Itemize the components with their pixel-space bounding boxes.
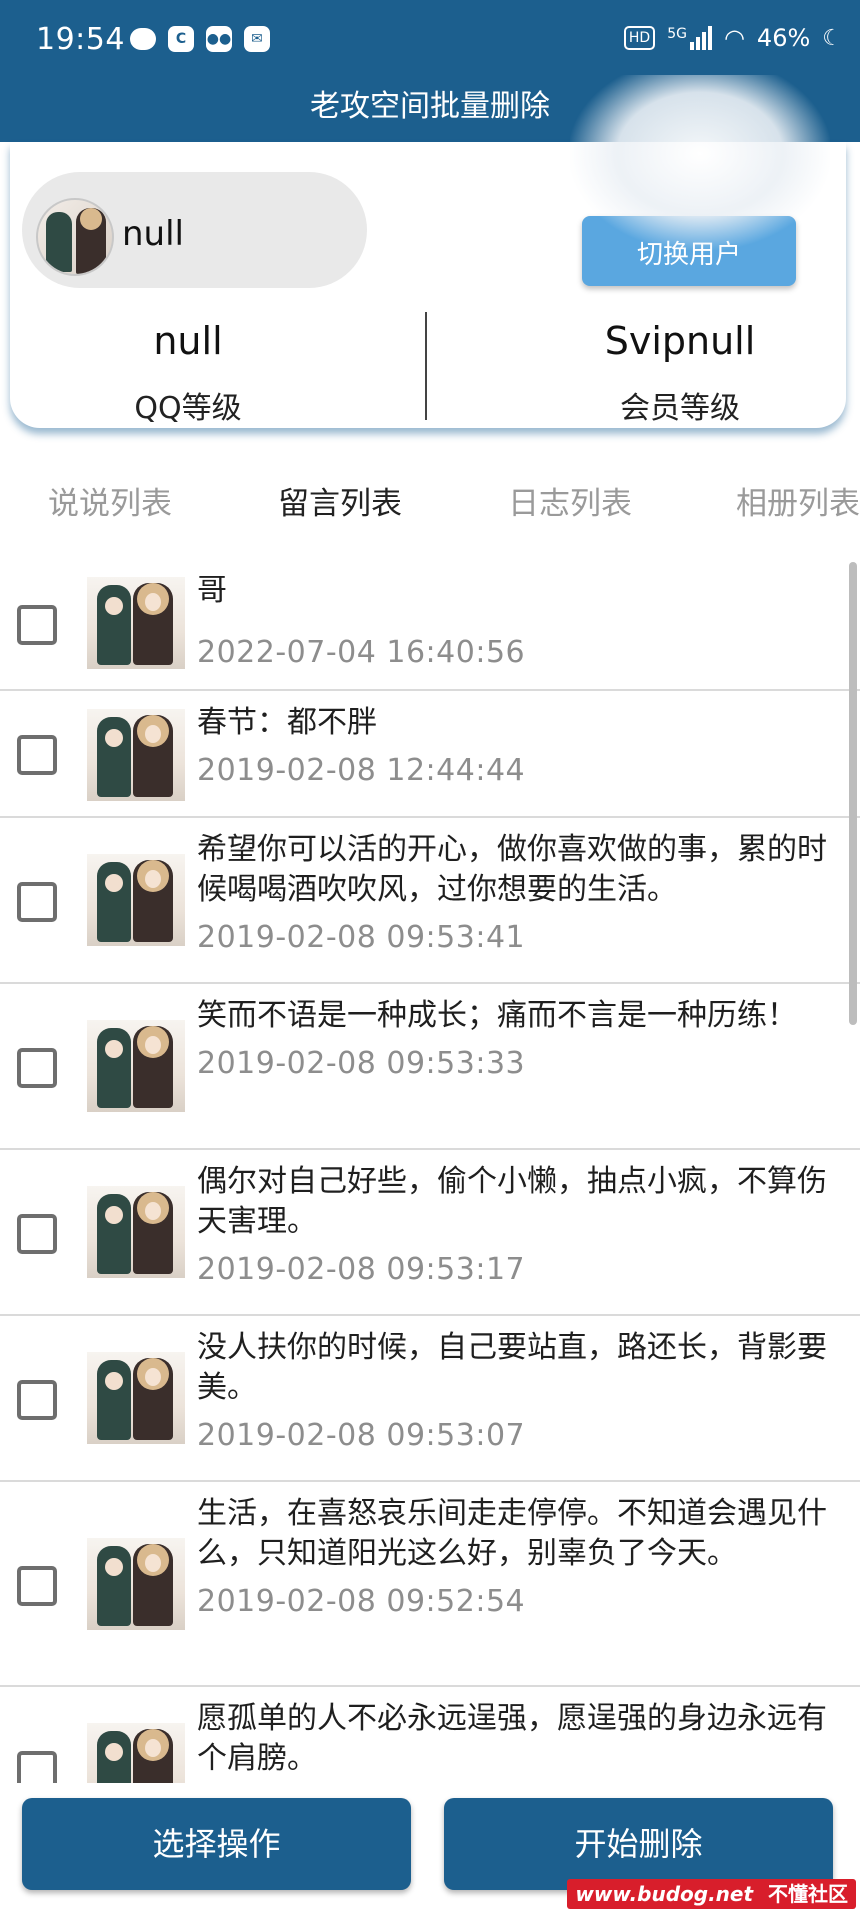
row-checkbox[interactable] <box>17 1566 57 1606</box>
avatar <box>87 1020 185 1112</box>
message-time: 2019-02-08 09:53:17 <box>197 1252 526 1287</box>
message-text: 生活，在喜怒哀乐间走走停停。不知道会遇见什么，只知道阳光这么好，别辜负了今天。 <box>197 1496 827 1571</box>
message-text: 哥 <box>197 573 227 608</box>
message-text: 没人扶你的时候，自己要站直，路还长，背影要美。 <box>197 1330 827 1405</box>
message-time: 2019-02-08 09:53:33 <box>197 1046 526 1081</box>
row-checkbox[interactable] <box>17 605 57 645</box>
qq-level-value: null <box>153 319 223 363</box>
mail-icon: ✉ <box>244 26 270 52</box>
wifi-icon: ◠ <box>723 24 745 52</box>
avatar <box>87 1723 185 1783</box>
vip-level-value: Svipnull <box>604 319 756 363</box>
message-content: 春节：都不胖 2019-02-08 12:44:44 <box>197 703 837 791</box>
cat-icon: ●● <box>206 26 232 52</box>
watermark-name: 不懂社区 <box>768 1882 848 1906</box>
user-pill[interactable]: null <box>22 172 367 288</box>
message-text: 偶尔对自己好些，偷个小懒，抽点小疯，不算伤天害理。 <box>197 1164 827 1239</box>
status-bar: 19:54 C ●● ✉ HD 5G ◠ 46% ☾ <box>0 0 860 82</box>
top-app-bar: 19:54 C ●● ✉ HD 5G ◠ 46% ☾ 老攻空间批量删除 <box>0 0 860 142</box>
hd-icon: HD <box>623 26 656 50</box>
list-item[interactable]: 偶尔对自己好些，偷个小懒，抽点小疯，不算伤天害理。 2019-02-08 09:… <box>0 1150 860 1316</box>
message-text: 希望你可以活的开心，做你喜欢做的事，累的时候喝喝酒吹吹风，过你想要的生活。 <box>197 832 827 907</box>
list-item[interactable]: 哥 2022-07-04 16:40:56 <box>0 555 860 691</box>
list-item[interactable]: 生活，在喜怒哀乐间走走停停。不知道会遇见什么，只知道阳光这么好，别辜负了今天。 … <box>0 1482 860 1687</box>
message-content: 生活，在喜怒哀乐间走走停停。不知道会遇见什么，只知道阳光这么好，别辜负了今天。 … <box>197 1494 837 1622</box>
tab-messages[interactable]: 留言列表 <box>278 478 402 523</box>
message-time: 2022-07-04 16:40:56 <box>197 635 526 670</box>
row-checkbox[interactable] <box>17 1380 57 1420</box>
avatar <box>87 1186 185 1278</box>
message-content: 没人扶你的时候，自己要站直，路还长，背影要美。 2019-02-08 09:53… <box>197 1328 837 1456</box>
watermark-logo: www.budog.net 不懂社区 <box>567 1879 856 1909</box>
notification-icons: C ●● ✉ <box>130 26 270 52</box>
user-nickname: null <box>122 214 184 254</box>
tab-blog[interactable]: 日志列表 <box>508 478 632 523</box>
cellular-signal-icon: 5G <box>667 26 712 50</box>
qq-level-label: QQ等级 <box>134 391 242 426</box>
list-scrollbar[interactable] <box>849 562 857 1025</box>
message-list[interactable]: 哥 2022-07-04 16:40:56 春节：都不胖 2019-02-08 … <box>0 555 860 1783</box>
avatar <box>87 577 185 669</box>
app-screen: 19:54 C ●● ✉ HD 5G ◠ 46% ☾ 老攻空间批量删除 null… <box>0 0 860 1911</box>
list-item[interactable]: 希望你可以活的开心，做你喜欢做的事，累的时候喝喝酒吹吹风，过你想要的生活。 20… <box>0 818 860 984</box>
battery-level: 46% <box>756 24 811 52</box>
switch-user-button[interactable]: 切换用户 <box>582 216 796 286</box>
avatar <box>36 198 114 276</box>
list-item[interactable]: 愿孤单的人不必永远逞强，愿逞强的身边永远有个肩膀。 <box>0 1687 860 1783</box>
status-time: 19:54 <box>36 22 125 57</box>
message-time: 2019-02-08 09:53:41 <box>197 920 526 955</box>
profile-card: null 切换用户 null QQ等级 Svipnull 会员等级 <box>10 142 846 428</box>
vip-level-label: 会员等级 <box>620 391 740 426</box>
list-item[interactable]: 笑而不语是一种成长；痛而不言是一种历练！ 2019-02-08 09:53:33 <box>0 984 860 1150</box>
list-item[interactable]: 春节：都不胖 2019-02-08 12:44:44 <box>0 691 860 818</box>
message-time: 2019-02-08 09:52:54 <box>197 1584 526 1619</box>
qq-browser-icon: C <box>168 26 194 52</box>
start-delete-button[interactable]: 开始删除 <box>444 1798 833 1890</box>
message-content: 愿孤单的人不必永远逞强，愿逞强的身边永远有个肩膀。 <box>197 1699 837 1783</box>
message-content: 偶尔对自己好些，偷个小懒，抽点小疯，不算伤天害理。 2019-02-08 09:… <box>197 1162 837 1290</box>
row-checkbox[interactable] <box>17 882 57 922</box>
select-action-button[interactable]: 选择操作 <box>22 1798 411 1890</box>
message-content: 笑而不语是一种成长；痛而不言是一种历练！ 2019-02-08 09:53:33 <box>197 996 837 1084</box>
do-not-disturb-icon: ☾ <box>822 25 842 51</box>
row-checkbox[interactable] <box>17 735 57 775</box>
avatar <box>87 709 185 801</box>
avatar <box>87 1538 185 1630</box>
status-right-icons: HD 5G ◠ 46% ☾ <box>623 24 842 52</box>
message-time: 2019-02-08 09:53:07 <box>197 1418 526 1453</box>
list-item[interactable]: 没人扶你的时候，自己要站直，路还长，背影要美。 2019-02-08 09:53… <box>0 1316 860 1482</box>
row-checkbox[interactable] <box>17 1214 57 1254</box>
message-text: 春节：都不胖 <box>197 705 377 740</box>
network-type: 5G <box>667 26 687 42</box>
chat-bubble-icon <box>130 28 156 50</box>
message-text: 笑而不语是一种成长；痛而不言是一种历练！ <box>197 998 797 1033</box>
vip-level-stat: Svipnull 会员等级 <box>520 317 840 427</box>
stat-divider <box>425 312 427 420</box>
message-time: 2019-02-08 12:44:44 <box>197 753 526 788</box>
tab-bar: 说说列表 留言列表 日志列表 相册列表 <box>0 478 860 538</box>
row-checkbox[interactable] <box>17 1751 57 1783</box>
message-text: 愿孤单的人不必永远逞强，愿逞强的身边永远有个肩膀。 <box>197 1701 827 1776</box>
avatar <box>87 1352 185 1444</box>
message-content: 希望你可以活的开心，做你喜欢做的事，累的时候喝喝酒吹吹风，过你想要的生活。 20… <box>197 830 837 958</box>
message-content: 哥 2022-07-04 16:40:56 <box>197 571 837 673</box>
page-title: 老攻空间批量删除 <box>310 89 550 124</box>
qq-level-stat: null QQ等级 <box>28 317 348 427</box>
avatar <box>87 854 185 946</box>
watermark-site: www.budog.net <box>575 1882 754 1906</box>
tab-album[interactable]: 相册列表 <box>736 478 860 523</box>
tab-shuoshuo[interactable]: 说说列表 <box>48 478 172 523</box>
row-checkbox[interactable] <box>17 1048 57 1088</box>
